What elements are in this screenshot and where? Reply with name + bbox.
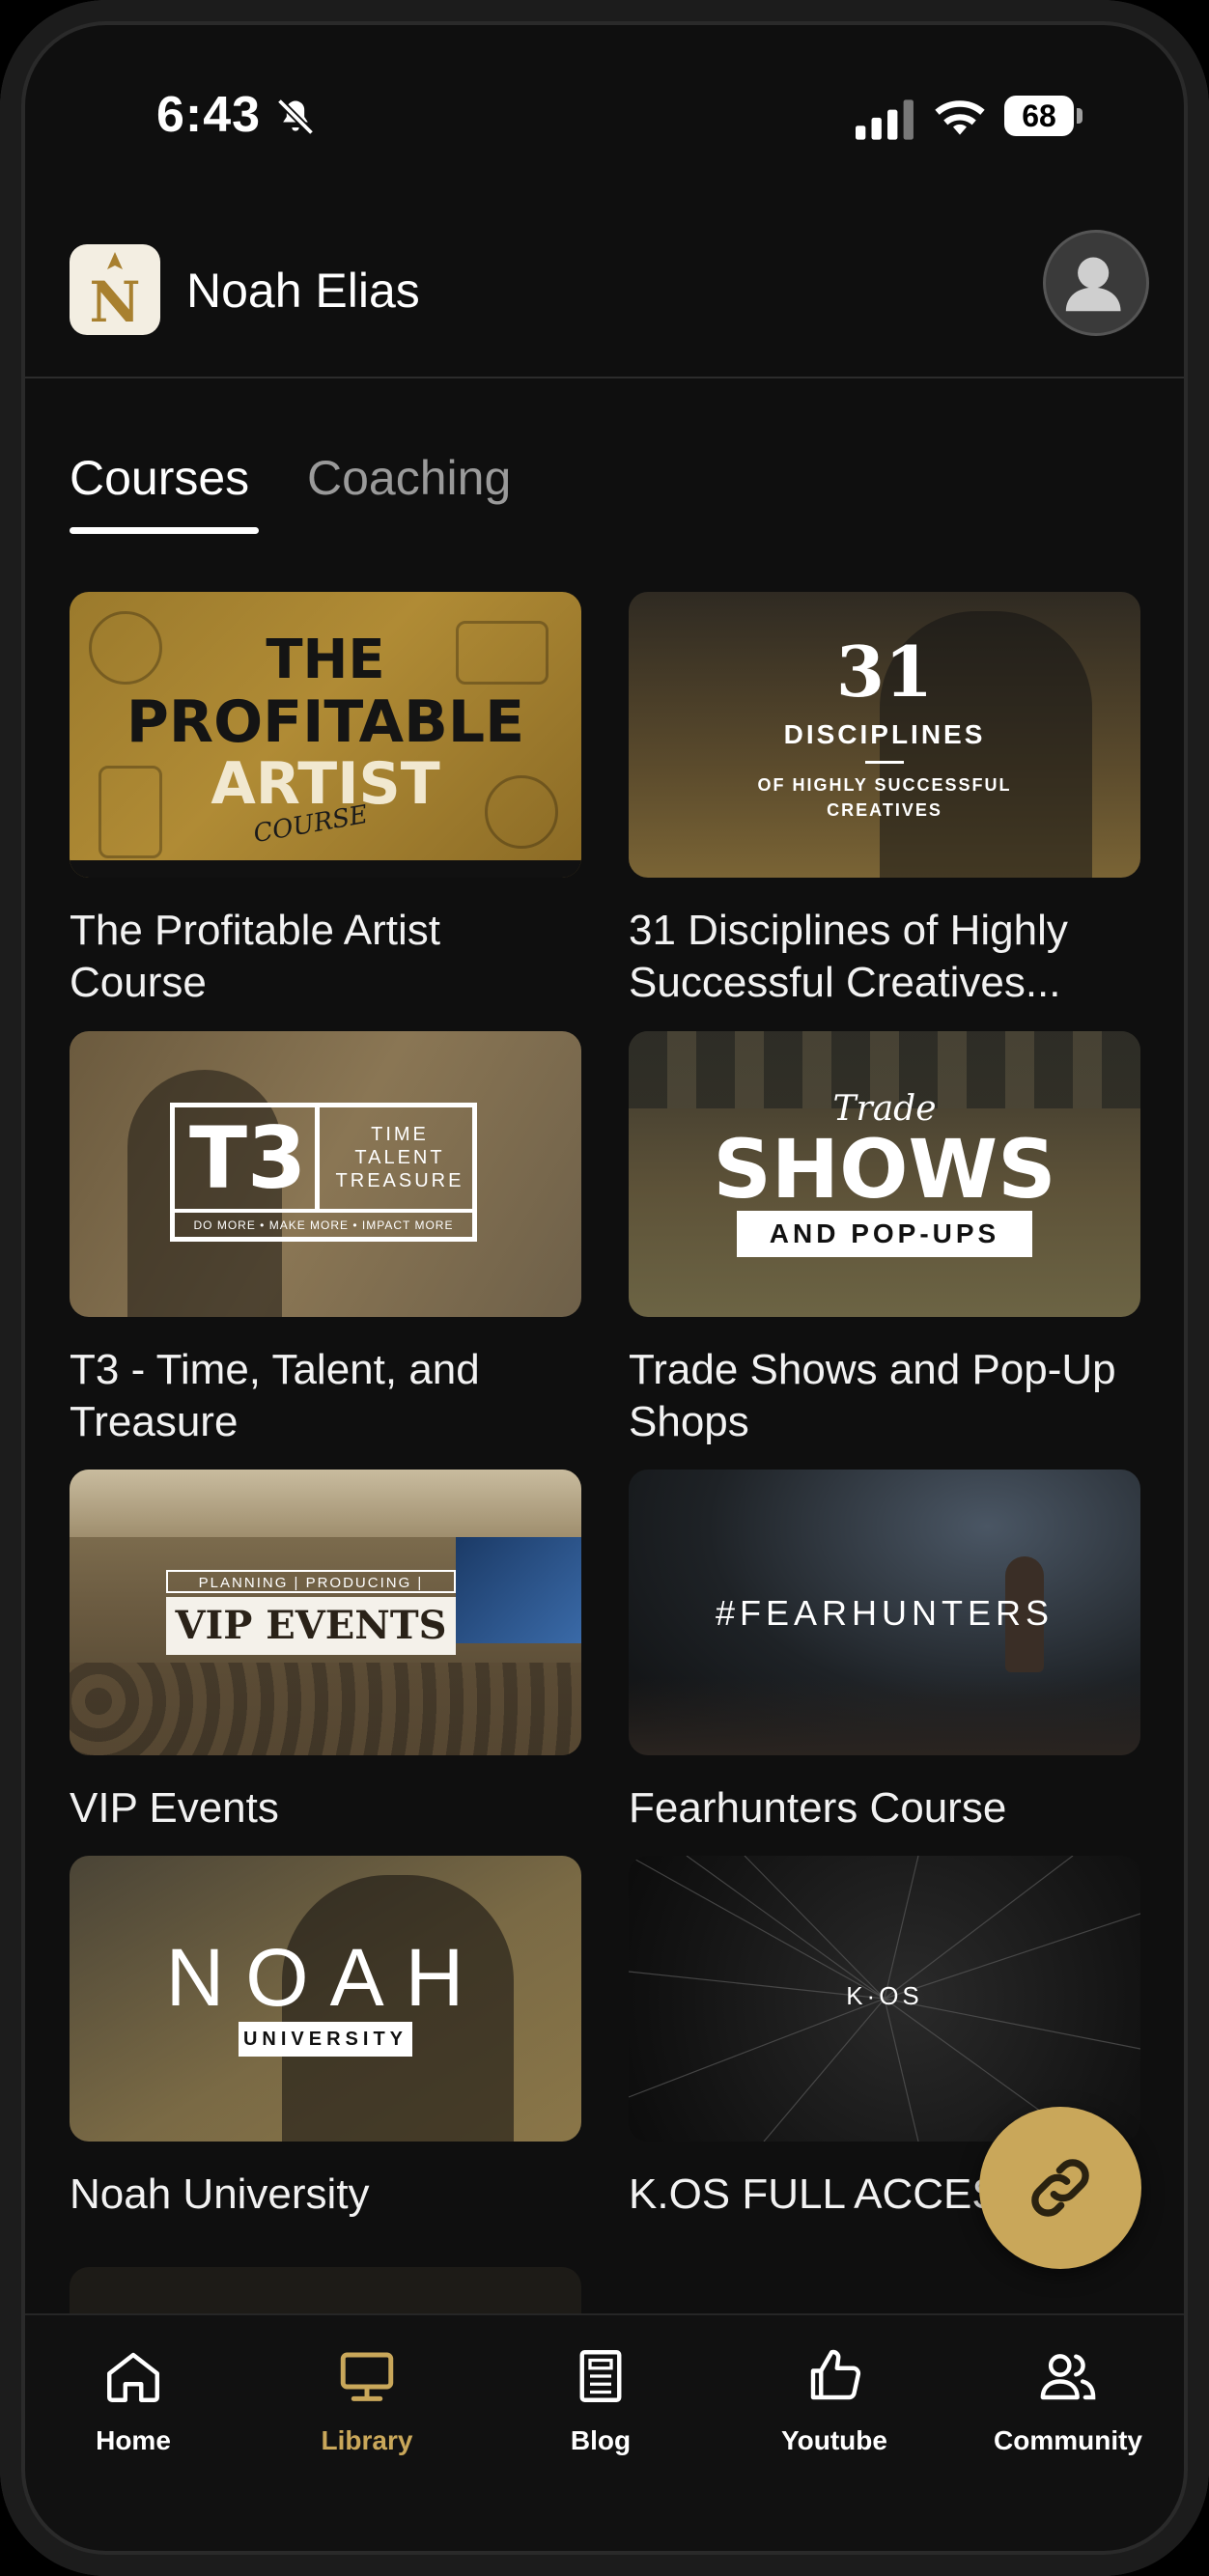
thumb-line: 31 [835,630,934,713]
thumb-line: NOAH [165,1932,486,2023]
thumb-line: PLANNING | PRODUCING | HOSTING [166,1570,456,1614]
thumb-line: DISCIPLINES [783,719,986,749]
thumb-line: UNIVERSITY [239,2022,412,2057]
thumb-line: DO MORE • MAKE MORE • IMPACT MORE [193,1218,454,1232]
compass-n-logo-icon: N [89,252,141,335]
course-card[interactable]: THE PROFITABLE ARTIST COURSE The Profita… [70,592,581,1009]
monitor-icon [340,2352,394,2401]
svg-text:N: N [89,269,140,335]
thumb-line: TIME [371,1124,429,1145]
people-icon [1040,2354,1096,2400]
share-link-button[interactable] [979,2107,1141,2269]
thumb-line: T3 [189,1108,307,1208]
thumb-line: SHOWS [713,1122,1056,1217]
course-title: T3 - Time, Talent, and Treasure [70,1346,480,1445]
course-thumbnail: PLANNING | PRODUCING | HOSTING VIP EVENT… [70,1470,581,1755]
thumb-line: PROFITABLE [126,688,525,756]
thumbs-up-icon [810,2349,861,2400]
user-silhouette-icon [1065,257,1121,312]
header-divider [23,377,1186,378]
bottom-navigation: Home Library Blog Youtube Community [23,2313,1186,2576]
nav-label: Blog [570,2425,632,2455]
battery-indicator: 68 [1004,94,1083,140]
tab-courses[interactable]: Courses [70,450,249,506]
thumb-line: TALENT [354,1147,445,1168]
nav-library[interactable]: Library [270,2344,464,2456]
thumb-line: K·OS [846,1981,923,2010]
course-card[interactable]: PLANNING | PRODUCING | HOSTING VIP EVENT… [70,1470,581,1834]
thumb-line: VIP EVENTS [166,1597,456,1655]
nav-label: Home [96,2425,171,2455]
status-time: 6:43 [156,87,262,143]
course-thumbnail: #FEARHUNTERS [629,1470,1140,1755]
course-thumbnail: THE PROFITABLE ARTIST COURSE [70,592,581,878]
owner-name: Noah Elias [186,264,420,318]
course-title: Fearhunters Course [629,1784,1007,1832]
thumb-line: THE [266,629,385,691]
wifi-icon [935,100,985,135]
nav-youtube[interactable]: Youtube [738,2344,931,2456]
app-header: N Noah Elias [0,230,1209,378]
course-thumbnail: Trade SHOWS AND POP-UPS [629,1031,1140,1317]
course-thumbnail: T3 TIME TALENT TREASURE DO MORE • MAKE M… [70,1031,581,1317]
course-thumbnail: 31 DISCIPLINES OF HIGHLY SUCCESSFUL CREA… [629,592,1140,878]
course-card[interactable]: NOAH UNIVERSITY Noah University [70,1856,581,2221]
nav-community[interactable]: Community [971,2344,1165,2456]
active-tab-indicator [70,527,259,534]
course-card[interactable]: #FEARHUNTERS Fearhunters Course [629,1470,1140,1834]
course-thumbnail: K·OS [629,1856,1140,2142]
phone-screen: 6:43 68 N Noah Elias Courses Coaching TH… [0,0,1209,2576]
thumb-line: TREASURE [335,1170,464,1191]
status-bar: 6:43 68 [0,82,1209,150]
thumb-line: AND POP-UPS [737,1211,1032,1257]
nav-blog[interactable]: Blog [504,2344,697,2456]
tab-coaching[interactable]: Coaching [307,450,511,506]
course-title: 31 Disciplines of Highly Successful Crea… [629,907,1068,1006]
thumb-line: OF HIGHLY SUCCESSFUL [757,775,1012,795]
profile-avatar-button[interactable] [1043,230,1149,336]
nav-label: Youtube [781,2425,887,2455]
nav-label: Library [321,2425,413,2455]
bell-muted-icon [276,98,315,136]
course-card[interactable]: T3 TIME TALENT TREASURE DO MORE • MAKE M… [70,1031,581,1448]
link-icon [1031,2159,1089,2217]
battery-level: 68 [1004,96,1074,136]
nav-home[interactable]: Home [37,2344,230,2456]
thumb-line: #FEARHUNTERS [715,1593,1054,1633]
battery-cap [1077,108,1082,124]
course-title: Noah University [70,2170,370,2218]
course-title: The Profitable Artist Course [70,907,440,1006]
course-title: VIP Events [70,1784,279,1832]
thumb-line: CREATIVES [827,800,942,820]
course-card[interactable]: 31 DISCIPLINES OF HIGHLY SUCCESSFUL CREA… [629,592,1140,1009]
cellular-signal-icon [856,99,914,140]
course-thumbnail: NOAH UNIVERSITY [70,1856,581,2142]
course-card[interactable]: Trade SHOWS AND POP-UPS Trade Shows and … [629,1031,1140,1448]
nav-label: Community [994,2425,1142,2455]
brand-logo[interactable]: N [70,244,160,335]
home-icon [107,2352,159,2402]
document-icon [579,2350,622,2402]
course-title: Trade Shows and Pop-Up Shops [629,1346,1116,1445]
